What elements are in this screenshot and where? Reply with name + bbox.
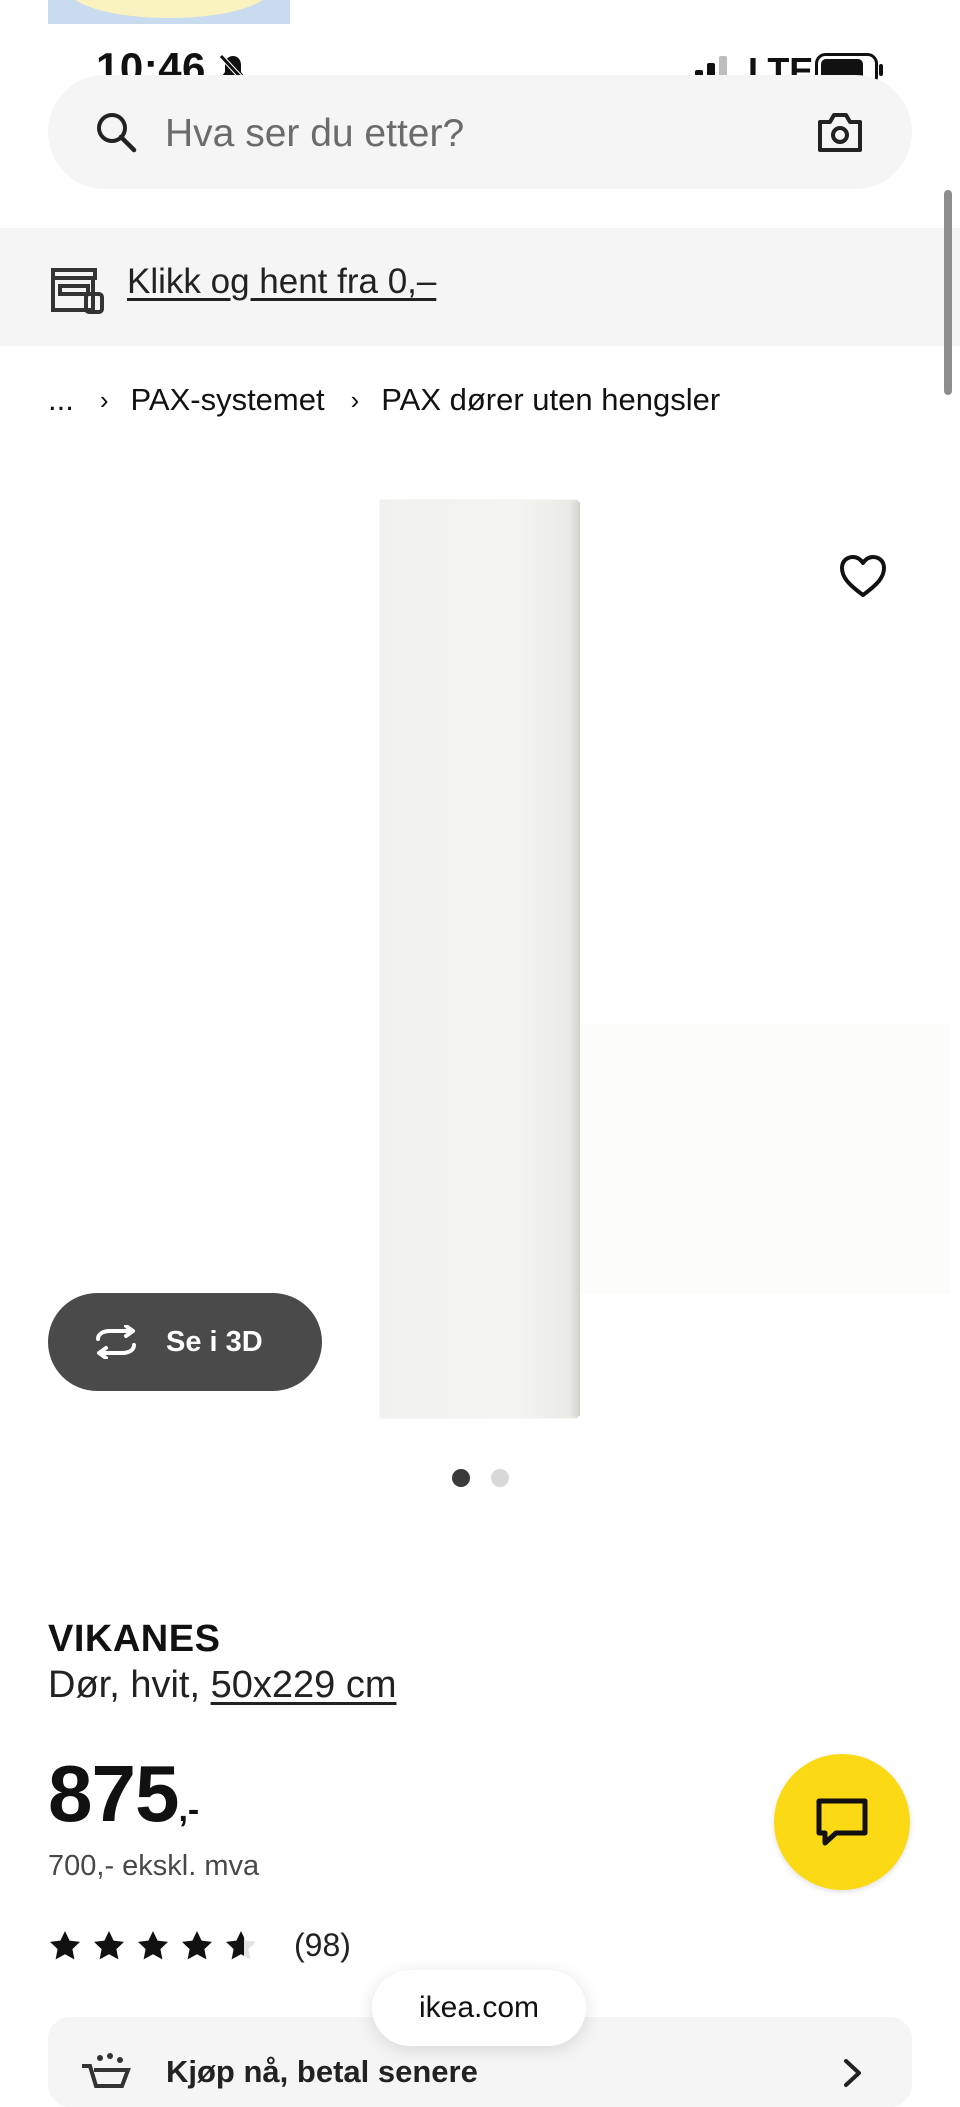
product-name: VIKANES (48, 1618, 221, 1660)
chat-button[interactable] (774, 1754, 910, 1890)
breadcrumb-ellipsis[interactable]: ... (48, 382, 74, 418)
price-integer: 875 (48, 1749, 179, 1838)
rating-stars (48, 1929, 268, 1963)
favorite-heart-icon[interactable] (838, 553, 888, 599)
chevron-right-icon: › (350, 384, 360, 415)
star-icon (138, 1930, 168, 1959)
click-collect-link[interactable]: Klikk og hent fra 0,– (127, 262, 436, 302)
star-icon (50, 1930, 80, 1959)
view-3d-label: Se i 3D (166, 1325, 263, 1358)
chevron-right-icon: › (99, 384, 109, 415)
size-link[interactable]: 50x229 cm (211, 1664, 397, 1706)
carousel-dot-active[interactable] (452, 1469, 470, 1487)
rating-count[interactable]: (98) (294, 1927, 351, 1964)
star-icon (226, 1930, 256, 1959)
product-description: Dør, hvit, 50x229 cm (48, 1664, 396, 1707)
price-suffix: ,- (178, 1791, 200, 1829)
product-price: 875,- (48, 1748, 199, 1840)
scrollbar[interactable] (944, 190, 952, 395)
breadcrumb: ... › PAX-systemet › PAX dører uten heng… (48, 378, 720, 422)
camera-icon[interactable] (816, 110, 864, 154)
breadcrumb-item-pax-doors[interactable]: PAX dører uten hengsler (381, 382, 720, 418)
search-icon[interactable] (94, 110, 138, 154)
search-input[interactable] (165, 100, 785, 168)
chevron-right-icon[interactable] (842, 2058, 864, 2088)
product-type: Dør, hvit, (48, 1664, 201, 1706)
breadcrumb-item-pax-system[interactable]: PAX-systemet (131, 382, 325, 418)
payment-cart-icon (82, 2053, 131, 2088)
image-background (580, 1024, 950, 1294)
product-image[interactable] (380, 500, 578, 1418)
rotate-3d-icon (96, 1325, 136, 1359)
star-icon (94, 1930, 124, 1959)
rating[interactable]: (98) (48, 1927, 351, 1964)
star-icon (182, 1930, 212, 1959)
view-3d-button[interactable]: Se i 3D (48, 1293, 322, 1391)
chat-icon (816, 1798, 868, 1846)
top-banner-image (48, 0, 290, 24)
payment-option-label: Kjøp nå, betal senere (166, 2054, 478, 2089)
carousel-dot[interactable] (491, 1469, 509, 1487)
product-image-edge (570, 502, 580, 1416)
browser-url-pill[interactable]: ikea.com (372, 1970, 586, 2046)
store-pickup-icon (51, 268, 104, 314)
price-excl-vat: 700,- ekskl. mva (48, 1850, 260, 1882)
